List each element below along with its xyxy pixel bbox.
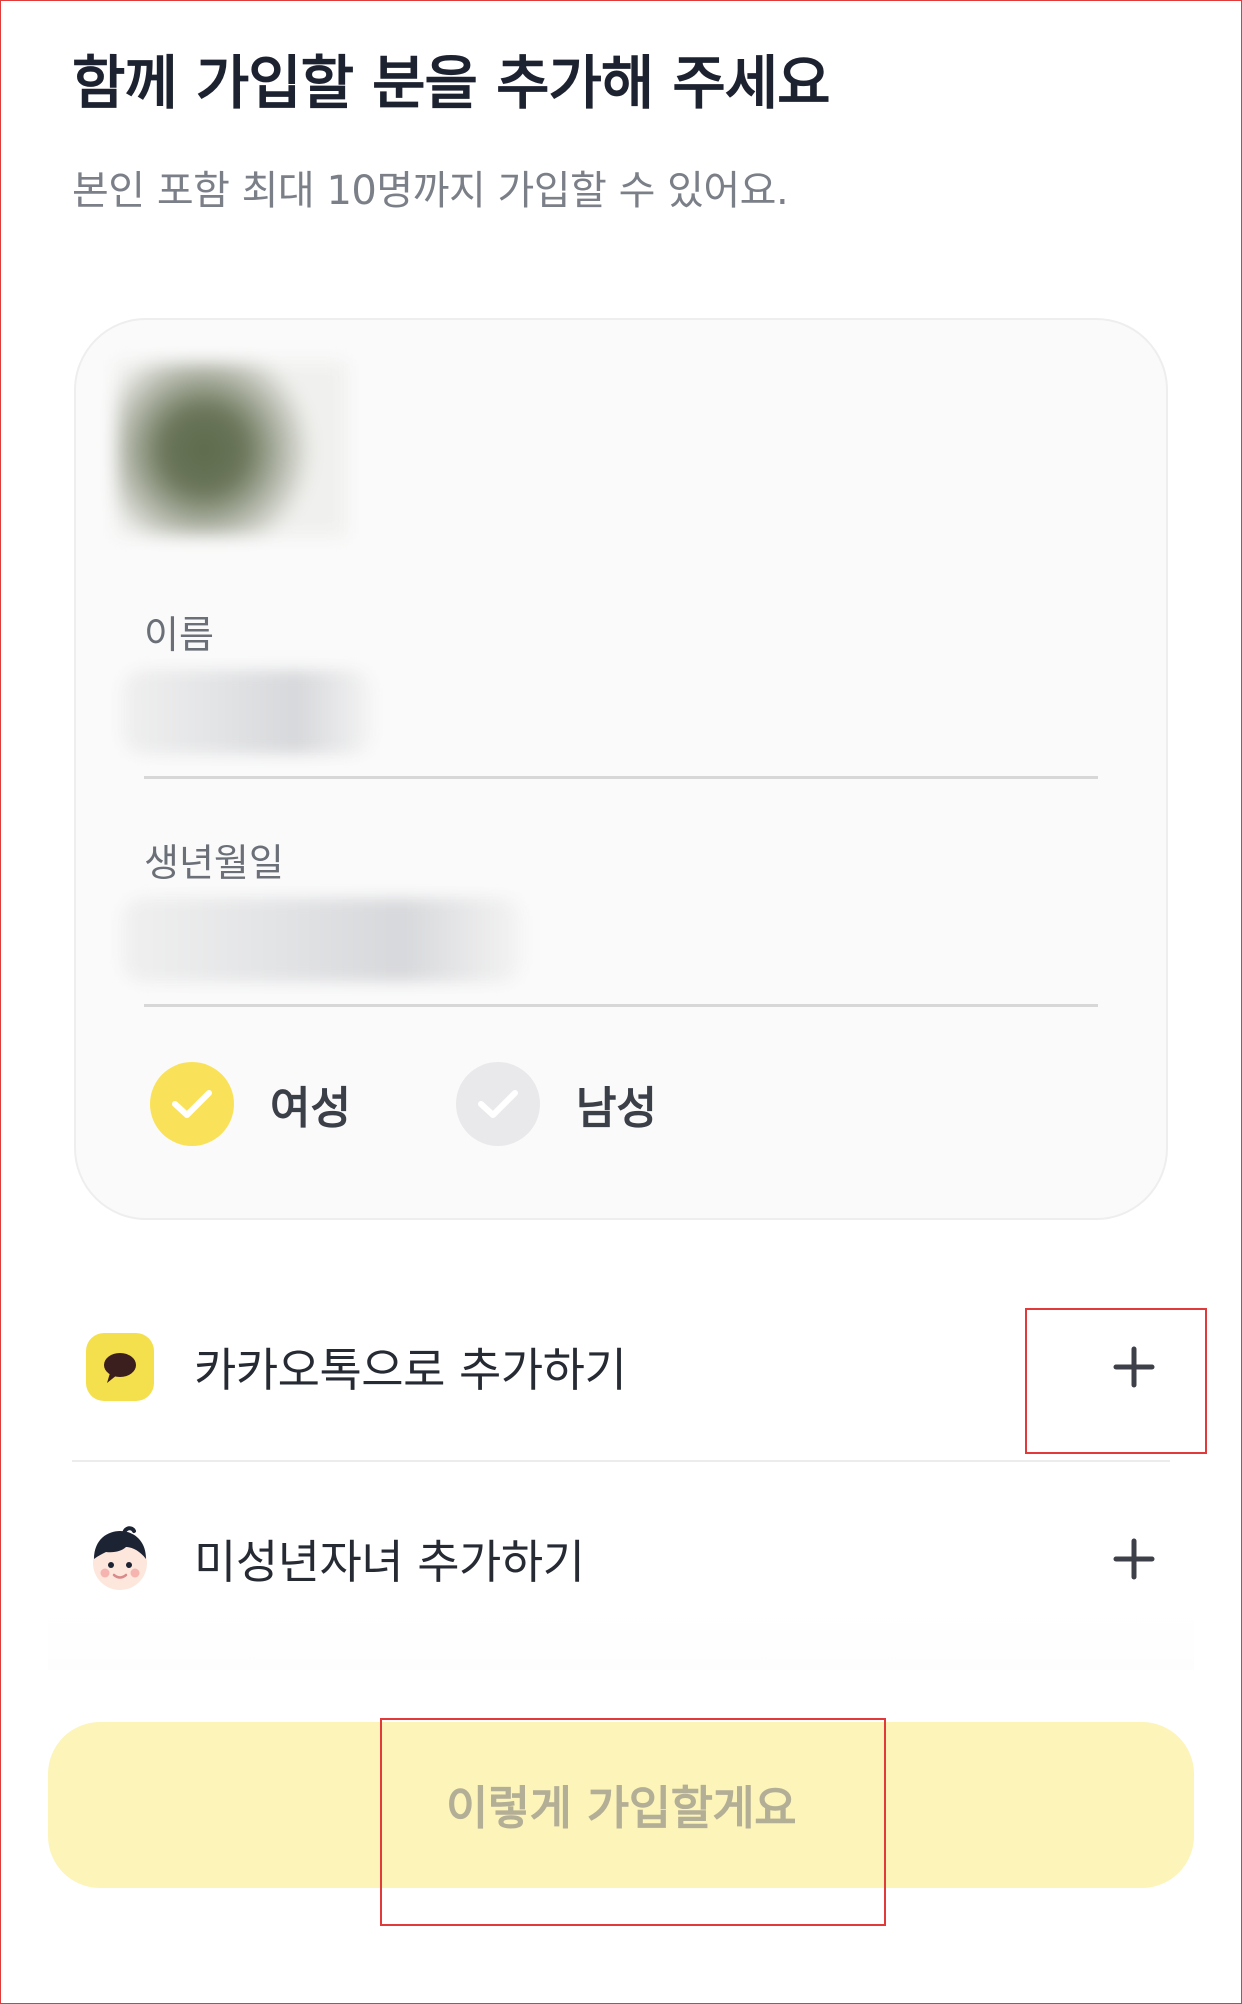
kakaotalk-icon [86, 1333, 154, 1401]
gender-label-male: 남성 [576, 1083, 657, 1134]
page-subtitle: 본인 포함 최대 10명까지 가입할 수 있어요. [72, 168, 789, 214]
check-icon [150, 1062, 234, 1146]
page-title: 함께 가입할 분을 추가해 주세요 [72, 49, 830, 117]
name-label: 이름 [144, 613, 214, 657]
plus-icon [1113, 1346, 1155, 1388]
bottom-fade [48, 1610, 1194, 1670]
birth-label: 생년월일 [144, 841, 284, 885]
member-photo-avatar[interactable] [116, 362, 346, 536]
add-child-plus-button[interactable] [1104, 1529, 1164, 1589]
add-via-kakaotalk-label: 카카오톡으로 추가하기 [194, 1343, 627, 1397]
check-icon [456, 1062, 540, 1146]
row-divider [72, 1460, 1170, 1462]
child-avatar-icon [86, 1525, 154, 1593]
gender-option-male[interactable]: 남성 [456, 1062, 657, 1146]
name-field[interactable] [122, 670, 372, 754]
add-via-kakaotalk-row[interactable]: 카카오톡으로 추가하기 [72, 1272, 1170, 1462]
birthdate-underline [144, 1004, 1098, 1007]
plus-icon [1113, 1538, 1155, 1580]
name-underline [144, 776, 1098, 779]
join-submit-button[interactable]: 이렇게 가입할게요 [48, 1722, 1194, 1888]
add-minor-child-label: 미성년자녀 추가하기 [194, 1535, 585, 1589]
add-kakaotalk-plus-button[interactable] [1104, 1337, 1164, 1397]
birthdate-field[interactable] [122, 898, 522, 982]
join-submit-label: 이렇게 가입할게요 [445, 1781, 797, 1835]
gender-label-female: 여성 [270, 1083, 351, 1134]
gender-option-female[interactable]: 여성 [150, 1062, 351, 1146]
